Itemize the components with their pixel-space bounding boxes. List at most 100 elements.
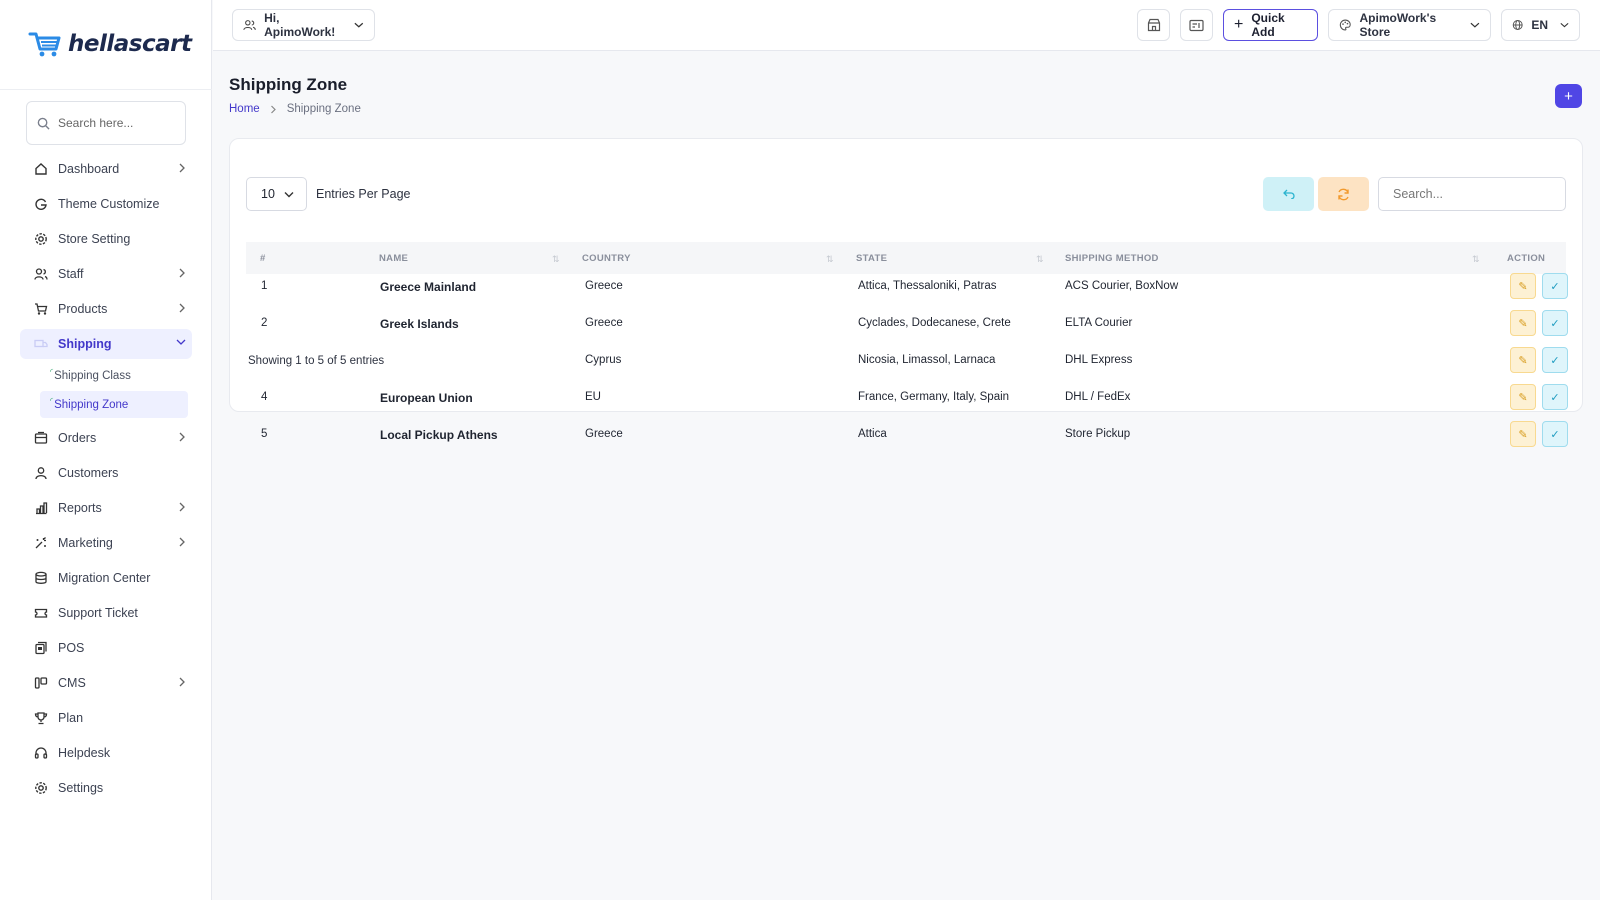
sidebar: hellascart Dashboard Theme Customize Sto… bbox=[0, 0, 212, 900]
sidebar-item-products[interactable]: Products bbox=[20, 294, 192, 324]
confirm-button[interactable]: ✓ bbox=[1542, 347, 1568, 373]
user-menu-button[interactable]: Hi, ApimoWork! bbox=[232, 9, 375, 41]
pencil-icon: ✎ bbox=[1518, 354, 1528, 367]
sidebar-item-label: Customers bbox=[58, 466, 119, 480]
zone-shipping-method: DHL Express bbox=[1065, 354, 1133, 366]
sidebar-item-migration-center[interactable]: Migration Center bbox=[20, 563, 192, 593]
zone-state: Attica, Thessaloniki, Patras bbox=[858, 280, 997, 292]
chevron-down-icon bbox=[354, 22, 364, 28]
edit-button[interactable]: ✎ bbox=[1510, 347, 1536, 373]
breadcrumb-home[interactable]: Home bbox=[229, 103, 260, 115]
check-icon: ✓ bbox=[1550, 428, 1560, 441]
pos-button[interactable] bbox=[1180, 9, 1213, 41]
quick-add-button[interactable]: + Quick Add bbox=[1223, 9, 1318, 41]
sidebar-item-dashboard[interactable]: Dashboard bbox=[20, 154, 192, 184]
sidebar-item-helpdesk[interactable]: Helpdesk bbox=[20, 738, 192, 768]
store-switcher[interactable]: ApimoWork's Store bbox=[1328, 9, 1491, 41]
store-icon bbox=[1147, 18, 1160, 32]
column-header-country[interactable]: Country bbox=[582, 253, 631, 264]
sidebar-item-store-setting[interactable]: Store Setting bbox=[20, 224, 192, 254]
sidebar-subitem-shipping-zone[interactable]: ◜ Shipping Zone bbox=[40, 391, 188, 418]
sidebar-item-orders[interactable]: Orders bbox=[20, 423, 192, 453]
sidebar-item-label: Plan bbox=[58, 711, 84, 725]
table-row: 5 Local Pickup Athens Greece Attica Stor… bbox=[246, 418, 1568, 455]
users-icon bbox=[33, 266, 49, 282]
sidebar-item-settings[interactable]: Settings bbox=[20, 773, 192, 803]
sidebar-item-label: Migration Center bbox=[58, 571, 151, 585]
entries-per-page-label: Entries Per Page bbox=[316, 187, 411, 201]
column-header-number[interactable]: # bbox=[260, 253, 266, 264]
sidebar-item-shipping[interactable]: Shipping bbox=[20, 329, 192, 359]
sidebar-item-theme-customize[interactable]: Theme Customize bbox=[20, 189, 192, 219]
chevron-right-icon bbox=[179, 502, 185, 512]
search-icon bbox=[37, 117, 50, 130]
zone-name: Local Pickup Athens bbox=[380, 428, 498, 442]
ticket-icon bbox=[33, 605, 49, 621]
zone-name: Greece Mainland bbox=[380, 280, 477, 294]
confirm-button[interactable]: ✓ bbox=[1542, 384, 1568, 410]
row-number: 5 bbox=[261, 428, 268, 440]
chevron-right-icon bbox=[179, 677, 185, 687]
trophy-icon bbox=[33, 710, 49, 726]
headset-icon bbox=[33, 745, 49, 761]
sort-icon[interactable]: ⇅ bbox=[826, 254, 834, 265]
entries-per-page-select[interactable]: 10 bbox=[246, 177, 307, 211]
marketing-icon bbox=[33, 535, 49, 551]
add-shipping-zone-button[interactable]: + bbox=[1555, 84, 1582, 108]
language-label: EN bbox=[1531, 18, 1549, 32]
table-row: 4 European Union EU France, Germany, Ita… bbox=[246, 381, 1568, 418]
sidebar-search-input[interactable] bbox=[58, 116, 168, 130]
refresh-button[interactable] bbox=[1318, 177, 1369, 211]
cms-icon bbox=[33, 675, 49, 691]
divider bbox=[0, 89, 212, 90]
edit-button[interactable]: ✎ bbox=[1510, 273, 1536, 299]
edit-button[interactable]: ✎ bbox=[1510, 310, 1536, 336]
breadcrumb-current: Shipping Zone bbox=[286, 103, 361, 115]
sidebar-search[interactable] bbox=[26, 101, 186, 145]
sidebar-item-staff[interactable]: Staff bbox=[20, 259, 192, 289]
sidebar-item-reports[interactable]: Reports bbox=[20, 493, 192, 523]
sidebar-item-label: Dashboard bbox=[58, 162, 120, 176]
column-header-state[interactable]: State bbox=[856, 253, 887, 264]
zone-country: Greece bbox=[585, 428, 623, 440]
language-switcher[interactable]: EN bbox=[1501, 9, 1580, 41]
truck-icon bbox=[33, 336, 49, 352]
zone-shipping-method: ACS Courier, BoxNow bbox=[1065, 280, 1179, 292]
sidebar-item-label: Orders bbox=[58, 431, 97, 445]
home-icon bbox=[33, 161, 49, 177]
pencil-icon: ✎ bbox=[1518, 317, 1528, 330]
sidebar-item-plan[interactable]: Plan bbox=[20, 703, 192, 733]
chevron-down-icon bbox=[1560, 22, 1569, 28]
edit-button[interactable]: ✎ bbox=[1510, 384, 1536, 410]
plus-icon: + bbox=[1564, 87, 1573, 105]
logo[interactable]: hellascart bbox=[28, 30, 192, 58]
page-title: Shipping Zone bbox=[229, 75, 348, 94]
chevron-down-icon bbox=[284, 191, 294, 197]
sidebar-subitem-shipping-class[interactable]: ◜ Shipping Class bbox=[40, 362, 188, 389]
column-header-shipping-method[interactable]: Shipping Method bbox=[1065, 253, 1159, 264]
chevron-down-icon bbox=[1470, 22, 1480, 28]
sidebar-item-cms[interactable]: CMS bbox=[20, 668, 192, 698]
edit-button[interactable]: ✎ bbox=[1510, 421, 1536, 447]
confirm-button[interactable]: ✓ bbox=[1542, 273, 1568, 299]
table-row: 1 Greece Mainland Greece Attica, Thessal… bbox=[246, 270, 1568, 307]
sort-icon[interactable]: ⇅ bbox=[552, 254, 560, 265]
sidebar-item-support-ticket[interactable]: Support Ticket bbox=[20, 598, 192, 628]
theme-icon bbox=[33, 196, 49, 212]
sidebar-item-marketing[interactable]: Marketing bbox=[20, 528, 192, 558]
sort-icon[interactable]: ⇅ bbox=[1036, 254, 1044, 265]
confirm-button[interactable]: ✓ bbox=[1542, 421, 1568, 447]
table-search-input[interactable] bbox=[1378, 177, 1566, 211]
sort-icon[interactable]: ⇅ bbox=[1472, 254, 1480, 265]
chevron-right-icon bbox=[179, 163, 185, 173]
cart-logo-icon bbox=[28, 32, 61, 57]
sidebar-item-label: Settings bbox=[58, 781, 104, 795]
sidebar-item-label: Theme Customize bbox=[58, 197, 160, 211]
confirm-button[interactable]: ✓ bbox=[1542, 310, 1568, 336]
store-front-button[interactable] bbox=[1137, 9, 1170, 41]
sidebar-item-pos[interactable]: POS bbox=[20, 633, 192, 663]
sidebar-item-customers[interactable]: Customers bbox=[20, 458, 192, 488]
column-header-name[interactable]: Name bbox=[379, 253, 408, 264]
reset-button[interactable] bbox=[1263, 177, 1314, 211]
table-row: Cyprus Nicosia, Limassol, Larnaca DHL Ex… bbox=[246, 344, 1568, 381]
